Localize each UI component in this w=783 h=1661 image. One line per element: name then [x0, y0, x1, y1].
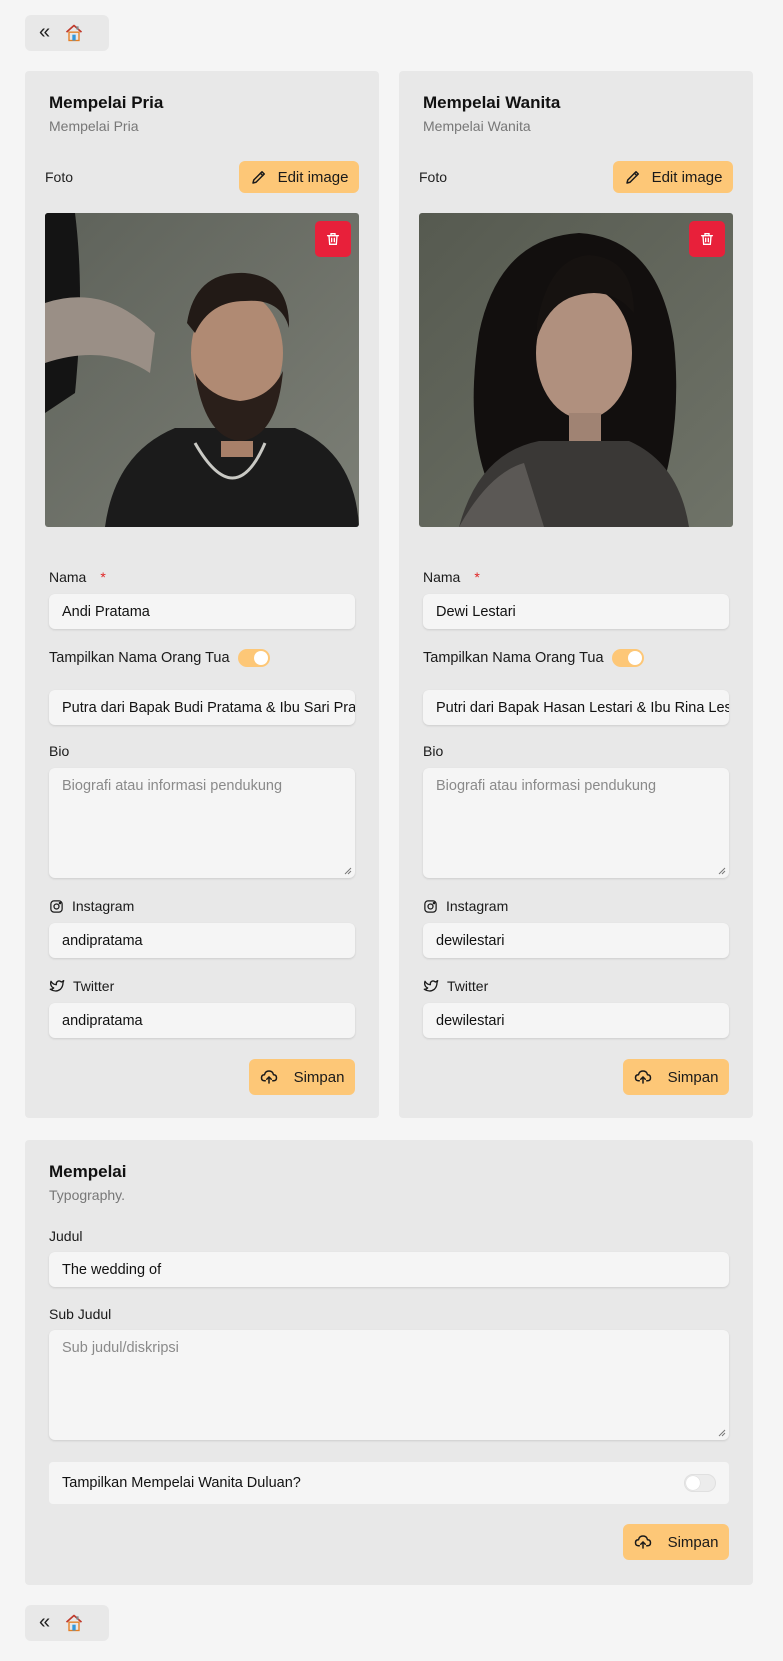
bio-textarea[interactable]: Biografi atau informasi pendukung: [49, 768, 355, 878]
required-mark: *: [474, 569, 480, 585]
groom-portrait-image: [45, 213, 359, 527]
twitter-label-text: Twitter: [447, 978, 489, 994]
groom-card: Mempelai Pria Mempelai Pria Foto Edit im…: [25, 71, 379, 1118]
instagram-icon: [50, 899, 63, 913]
trash-icon: [327, 233, 339, 245]
bride-first-label: Tampilkan Mempelai Wanita Duluan?: [62, 1475, 301, 1491]
save-label: Simpan: [667, 1533, 719, 1551]
cloud-upload-icon: [634, 1070, 651, 1084]
delete-image-button[interactable]: [315, 221, 351, 257]
show-parents-label: Tampilkan Nama Orang Tua: [423, 650, 604, 666]
twitter-label-text: Twitter: [73, 978, 115, 994]
card-title: Mempelai: [49, 1162, 127, 1181]
judul-label: Judul: [49, 1228, 83, 1244]
instagram-label: Instagram: [49, 898, 134, 914]
save-label: Simpan: [667, 1068, 719, 1086]
trash-icon: [701, 233, 713, 245]
twitter-icon: [49, 980, 65, 992]
resize-grip-icon[interactable]: [344, 867, 352, 875]
bio-label: Bio: [49, 743, 70, 759]
pencil-icon: [251, 171, 265, 184]
instagram-label: Instagram: [423, 898, 508, 914]
bio-label: Bio: [423, 743, 444, 759]
save-label: Simpan: [293, 1068, 345, 1086]
bride-portrait-image: [419, 213, 733, 527]
pencil-icon: [625, 171, 639, 184]
back-button[interactable]: «: [39, 22, 50, 42]
instagram-label-text: Instagram: [72, 898, 135, 914]
resize-grip-icon[interactable]: [718, 867, 726, 875]
show-parents-row: Tampilkan Nama Orang Tua: [423, 649, 644, 667]
name-label: Nama *: [423, 569, 480, 585]
bride-card: Mempelai Wanita Mempelai Wanita Foto Edi…: [399, 71, 753, 1118]
subjudul-label: Sub Judul: [49, 1306, 112, 1322]
home-icon[interactable]: [64, 23, 84, 43]
edit-image-label: Edit image: [277, 168, 349, 186]
save-button[interactable]: Simpan: [623, 1059, 729, 1095]
bride-first-toggle[interactable]: [684, 1474, 716, 1492]
subjudul-textarea[interactable]: Sub judul/diskripsi: [49, 1330, 729, 1440]
twitter-input[interactable]: dewilestari: [423, 1003, 729, 1038]
mempelai-typography-card: Mempelai Typography. Judul The wedding o…: [25, 1140, 753, 1585]
show-parents-row: Tampilkan Nama Orang Tua: [49, 649, 270, 667]
twitter-label: Twitter: [49, 978, 114, 994]
name-label: Nama *: [49, 569, 106, 585]
instagram-label-text: Instagram: [446, 898, 509, 914]
cloud-upload-icon: [634, 1535, 651, 1549]
instagram-input[interactable]: dewilestari: [423, 923, 729, 958]
instagram-input[interactable]: andipratama: [49, 923, 355, 958]
bio-placeholder: Biografi atau informasi pendukung: [436, 778, 657, 794]
top-nav: «: [25, 15, 109, 51]
name-input[interactable]: Andi Pratama: [49, 594, 355, 629]
home-icon[interactable]: [64, 1613, 84, 1633]
name-label-text: Nama: [49, 569, 87, 585]
foto-label: Foto: [419, 169, 448, 185]
subjudul-placeholder: Sub judul/diskripsi: [62, 1340, 179, 1356]
save-button[interactable]: Simpan: [623, 1524, 729, 1560]
bride-photo: [419, 213, 733, 527]
edit-image-button[interactable]: Edit image: [239, 161, 359, 193]
card-title: Mempelai Wanita: [423, 93, 561, 112]
name-input[interactable]: Dewi Lestari: [423, 594, 729, 629]
parents-input[interactable]: Putra dari Bapak Budi Pratama & Ibu Sari…: [49, 690, 355, 725]
instagram-icon: [424, 899, 437, 913]
judul-input[interactable]: The wedding of: [49, 1252, 729, 1287]
delete-image-button[interactable]: [689, 221, 725, 257]
twitter-label: Twitter: [423, 978, 488, 994]
twitter-input[interactable]: andipratama: [49, 1003, 355, 1038]
bio-placeholder: Biografi atau informasi pendukung: [62, 778, 283, 794]
card-subtitle: Typography.: [49, 1187, 126, 1203]
foto-label: Foto: [45, 169, 74, 185]
name-label-text: Nama: [423, 569, 461, 585]
groom-photo: [45, 213, 359, 527]
edit-image-button[interactable]: Edit image: [613, 161, 733, 193]
cloud-upload-icon: [260, 1070, 277, 1084]
twitter-icon: [423, 980, 439, 992]
bio-textarea[interactable]: Biografi atau informasi pendukung: [423, 768, 729, 878]
resize-grip-icon[interactable]: [718, 1429, 726, 1437]
bottom-nav: «: [25, 1605, 109, 1641]
card-title: Mempelai Pria: [49, 93, 164, 112]
show-parents-toggle[interactable]: [611, 649, 644, 667]
parents-input[interactable]: Putri dari Bapak Hasan Lestari & Ibu Rin…: [423, 690, 729, 725]
show-parents-toggle[interactable]: [237, 649, 270, 667]
back-button[interactable]: «: [39, 1612, 50, 1632]
card-subtitle: Mempelai Wanita: [423, 118, 531, 134]
save-button[interactable]: Simpan: [249, 1059, 355, 1095]
edit-image-label: Edit image: [651, 168, 723, 186]
bride-first-row: Tampilkan Mempelai Wanita Duluan?: [49, 1462, 729, 1504]
required-mark: *: [100, 569, 106, 585]
show-parents-label: Tampilkan Nama Orang Tua: [49, 650, 230, 666]
card-subtitle: Mempelai Pria: [49, 118, 139, 134]
